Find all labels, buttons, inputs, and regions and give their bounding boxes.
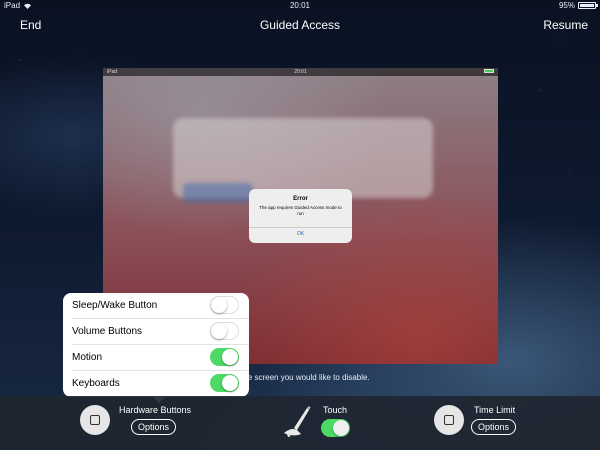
time-limit-options-button[interactable]: Options <box>471 419 517 435</box>
preview-status-bar: iPad 20:01 <box>103 68 498 76</box>
time-limit-button[interactable] <box>434 405 464 435</box>
keyboards-toggle[interactable] <box>210 374 239 392</box>
resume-button[interactable]: Resume <box>543 18 588 32</box>
hardware-options-popover: Sleep/Wake Button Volume Buttons Motion … <box>63 293 249 403</box>
alert-ok-button: OK <box>296 231 305 237</box>
preview-battery-icon <box>484 69 494 73</box>
hardware-options-button[interactable]: Options <box>131 419 177 435</box>
option-row-motion: Motion <box>63 345 249 371</box>
preview-time: 20:01 <box>294 69 307 75</box>
volume-buttons-toggle[interactable] <box>210 322 239 340</box>
option-row-keyboards: Keyboards <box>63 371 249 397</box>
option-label: Motion <box>72 352 103 363</box>
battery-icon <box>578 2 598 9</box>
square-icon <box>90 415 100 425</box>
preview-battery <box>484 69 494 73</box>
status-bar: iPad 20:01 95% <box>0 0 600 12</box>
hardware-buttons-button[interactable] <box>80 405 110 435</box>
sleep-wake-toggle[interactable] <box>210 296 239 314</box>
alert-title: Error <box>293 196 308 202</box>
option-row-sleep-wake: Sleep/Wake Button <box>63 293 249 319</box>
status-time: 20:01 <box>289 1 311 10</box>
touch-label: Touch <box>323 405 348 415</box>
disable-hint: on the screen you would like to disable. <box>230 373 370 382</box>
pen-hand-icon <box>284 406 311 437</box>
status-right: 95% <box>558 1 598 10</box>
battery-percent: 95% <box>558 1 575 10</box>
error-alert: Error The app requires Guided Access mod… <box>249 189 352 243</box>
motion-toggle[interactable] <box>210 348 239 366</box>
blurred-button <box>183 183 253 203</box>
option-label: Keyboards <box>72 378 120 389</box>
alert-divider <box>249 227 352 228</box>
guided-access-nav: End Guided Access Resume <box>0 12 600 38</box>
option-row-volume: Volume Buttons <box>63 319 249 345</box>
option-label: Volume Buttons <box>72 326 143 337</box>
option-label: Sleep/Wake Button <box>72 300 158 311</box>
page-title: Guided Access <box>259 18 341 32</box>
alert-message: The app requires Guided Access mode to r… <box>259 205 342 216</box>
hardware-buttons-label: Hardware Buttons <box>119 405 192 415</box>
touch-toggle[interactable] <box>321 419 350 437</box>
time-limit-label: Time Limit <box>474 405 516 415</box>
square-icon <box>444 415 454 425</box>
